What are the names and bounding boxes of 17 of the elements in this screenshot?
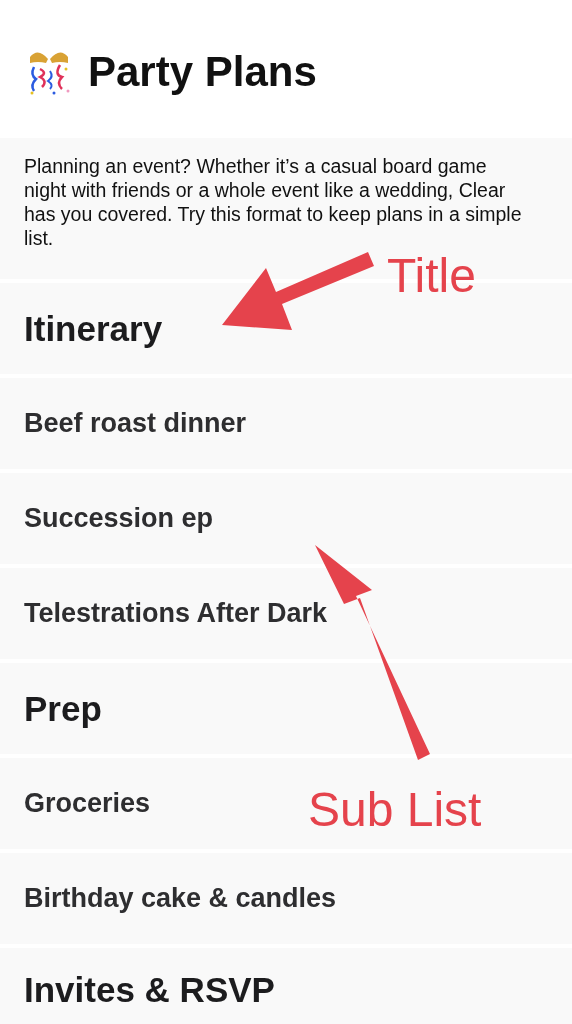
list-title: Party Plans <box>88 48 317 96</box>
list-item: Groceries <box>24 788 151 819</box>
list-row[interactable]: Birthday cake & candles <box>0 853 572 944</box>
section-heading: Prep <box>24 688 102 729</box>
list-item: Telestrations After Dark <box>24 598 328 629</box>
list-row[interactable]: Succession ep <box>0 473 572 564</box>
section-heading: Invites & RSVP <box>24 970 275 1010</box>
list-item: Birthday cake & candles <box>24 883 337 914</box>
annotation-label: Sub List <box>308 786 482 834</box>
list-item: Beef roast dinner <box>24 408 247 439</box>
section-heading: Itinerary <box>24 308 163 349</box>
list-row[interactable]: Invites & RSVP <box>0 948 572 1024</box>
list-row[interactable]: Beef roast dinner <box>0 378 572 469</box>
list-item: Succession ep <box>24 503 214 534</box>
list-row[interactable]: Prep <box>0 663 572 754</box>
description-text: Planning an event? Whether it’s a casual board game night with friends or a whole event like a wedding, Clear has you covered. Try this format to keep plans in a simple list. <box>24 154 523 250</box>
list-row[interactable]: Telestrations After Dark <box>0 568 572 659</box>
